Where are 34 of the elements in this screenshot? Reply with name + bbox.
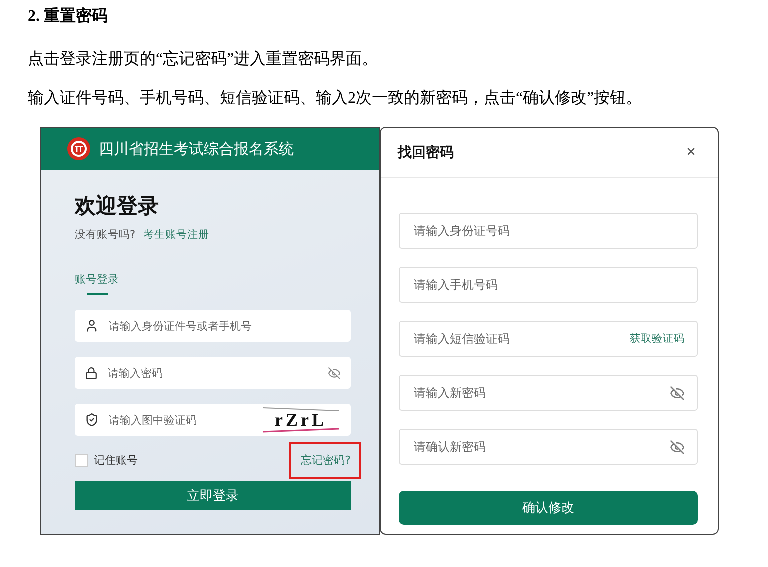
eye-off-icon[interactable] xyxy=(328,366,341,380)
input-field[interactable]: 请确认新密码 xyxy=(399,429,698,465)
confirm-button[interactable]: 确认修改 xyxy=(399,491,698,525)
welcome-title: 欢迎登录 xyxy=(75,193,160,220)
input-field[interactable]: 请输入图中验证码 rZrL xyxy=(75,404,351,436)
section-heading: 2. 重置密码 xyxy=(28,6,109,27)
paragraph: 点击登录注册页的“忘记密码”进入重置密码界面。 xyxy=(28,49,380,70)
system-name: 四川省招生考试综合报名系统 xyxy=(99,140,294,158)
dialog-title: 找回密码 xyxy=(398,144,454,162)
login-tab[interactable]: 账号登录 xyxy=(75,272,119,295)
forgot-password-link[interactable]: 忘记密码? xyxy=(301,454,351,467)
logo-icon xyxy=(67,137,91,161)
text-input[interactable]: 请输入身份证件号或者手机号 xyxy=(107,318,341,334)
captcha-image[interactable]: rZrL xyxy=(261,406,341,434)
input-field[interactable]: 请输入身份证号码 xyxy=(399,213,698,249)
register-link[interactable]: 考生账号注册 xyxy=(144,228,210,242)
text-input[interactable]: 请输入图中验证码 xyxy=(107,412,253,428)
register-prompt: 没有账号吗? xyxy=(75,228,136,242)
input-field[interactable]: 请输入新密码 xyxy=(399,375,698,411)
shield-icon xyxy=(85,413,99,427)
get-code-button[interactable]: 获取验证码 xyxy=(630,332,685,346)
input-field[interactable]: 请输入短信验证码 获取验证码 xyxy=(399,321,698,357)
paragraph: 输入证件号码、手机号码、短信验证码、输入2次一致的新密码，点击“确认修改”按钮。 xyxy=(28,88,644,109)
text-input[interactable]: 请输入密码 xyxy=(106,366,320,380)
eye-off-icon[interactable] xyxy=(670,440,685,454)
close-button[interactable]: × xyxy=(686,144,696,162)
eye-off-icon[interactable] xyxy=(670,386,685,400)
user-icon xyxy=(85,319,99,333)
login-button[interactable]: 立即登录 xyxy=(75,481,351,510)
remember-checkbox[interactable]: 记住账号 xyxy=(75,453,138,468)
input-field[interactable]: 请输入密码 xyxy=(75,357,351,389)
input-field[interactable]: 请输入手机号码 xyxy=(399,267,698,303)
lock-icon xyxy=(85,366,98,380)
input-field[interactable]: 请输入身份证件号或者手机号 xyxy=(75,310,351,342)
